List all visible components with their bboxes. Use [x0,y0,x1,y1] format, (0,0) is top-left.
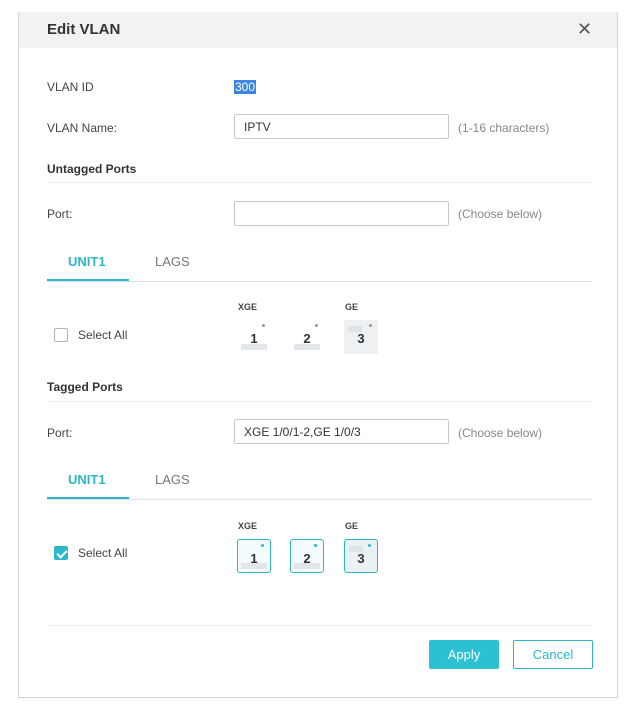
tagged-port-label: Port: [47,426,73,440]
tagged-port-1[interactable]: 1 [237,539,271,573]
untagged-tabs-divider [47,281,592,282]
port-led-icon [262,324,265,327]
untagged-xge-label: XGE [238,302,258,312]
tagged-tabs-divider [47,499,592,500]
untagged-select-all-checkbox[interactable] [54,328,68,342]
untagged-port-2[interactable]: 2 [290,320,324,354]
untagged-separator [47,182,592,183]
vlan-id-label: VLAN ID [47,80,94,94]
untagged-port-input[interactable] [234,201,449,226]
port-base-icon [294,563,320,569]
untagged-tab-lags[interactable]: LAGS [155,254,190,269]
port-base-icon [294,344,320,350]
untagged-ge-label: GE [345,302,359,312]
untagged-port-1[interactable]: 1 [237,320,271,354]
close-icon[interactable]: ✕ [577,20,592,38]
untagged-select-all-label: Select All [78,328,128,342]
tagged-port-3[interactable]: 3 [344,539,378,573]
vlan-name-input[interactable] [234,114,449,139]
untagged-port-label: Port: [47,207,73,221]
untagged-port-3[interactable]: 3 [344,320,378,354]
apply-button[interactable]: Apply [429,640,499,669]
vlan-name-label: VLAN Name: [47,121,118,135]
tagged-port-input[interactable] [234,419,449,444]
cancel-button[interactable]: Cancel [513,640,593,669]
tagged-xge-label: XGE [238,521,258,531]
untagged-tab-unit1[interactable]: UNIT1 [68,254,106,269]
port-led-icon [261,544,264,547]
tagged-ge-label: GE [345,521,359,531]
dialog-header: Edit VLAN ✕ [19,12,617,48]
edit-vlan-dialog: Edit VLAN ✕ VLAN ID 300 VLAN Name: (1-16… [18,12,618,698]
tagged-port-2[interactable]: 2 [290,539,324,573]
tagged-ports-title: Tagged Ports [47,380,123,394]
vlan-name-hint: (1-16 characters) [458,121,550,135]
tagged-separator [47,401,592,402]
port-number: 3 [357,331,365,346]
port-base-icon [241,344,267,350]
tagged-tab-lags[interactable]: LAGS [155,472,190,487]
tagged-tab-unit1[interactable]: UNIT1 [68,472,106,487]
port-led-icon [369,324,372,327]
tagged-select-all-checkbox[interactable] [54,546,68,560]
tagged-port-hint: (Choose below) [458,426,543,440]
port-led-icon [314,544,317,547]
port-led-icon [315,324,318,327]
untagged-ports-title: Untagged Ports [47,162,137,176]
port-led-icon [368,544,371,547]
vlan-id-value: 300 [234,80,257,94]
port-number: 3 [357,551,365,566]
dialog-title: Edit VLAN [47,21,121,38]
port-base-icon [241,563,267,569]
tagged-select-all-label: Select All [78,546,128,560]
footer-separator [47,625,592,626]
untagged-port-hint: (Choose below) [458,207,543,221]
